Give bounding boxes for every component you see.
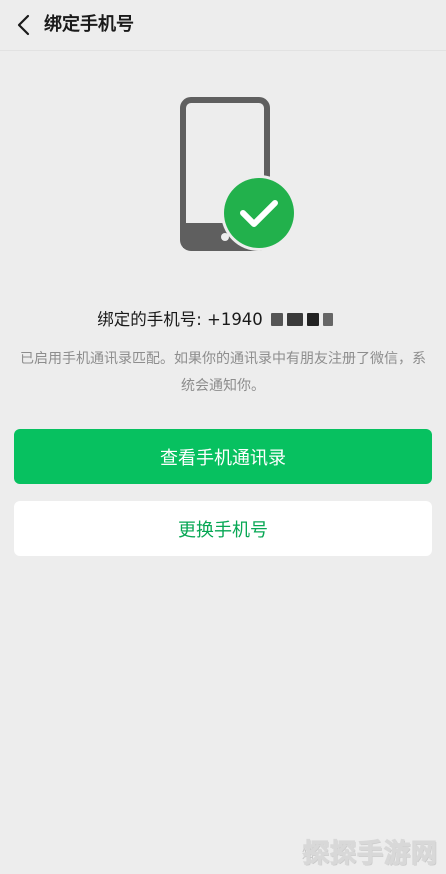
bound-phone-number: 绑定的手机号: +1940: [0, 305, 446, 331]
back-button[interactable]: [4, 5, 44, 45]
redacted-number: [265, 307, 349, 329]
nav-bar: 绑定手机号: [0, 0, 446, 51]
bound-phone-label: 绑定的手机号: +1940: [97, 310, 263, 329]
matching-description: 已启用手机通讯录匹配。如果你的通讯录中有朋友注册了微信，系统会通知你。: [20, 351, 426, 394]
phone-check-icon: [178, 95, 302, 255]
change-number-button[interactable]: 更换手机号: [14, 501, 432, 556]
page-title: 绑定手机号: [44, 14, 134, 35]
view-contacts-button[interactable]: 查看手机通讯录: [14, 429, 432, 484]
chevron-left-icon: [17, 14, 30, 36]
watermark: 知 探探手游网: [272, 830, 442, 870]
watermark-text: 探探手游网: [302, 839, 438, 870]
